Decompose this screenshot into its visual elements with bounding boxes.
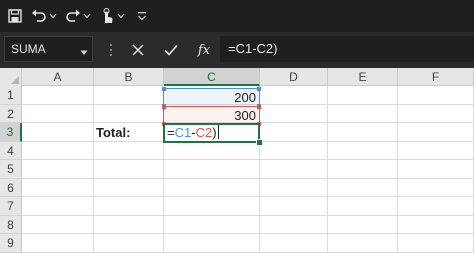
grid-cell-d6[interactable] xyxy=(260,179,328,197)
row-header-8[interactable]: 8 xyxy=(0,216,22,234)
grid-cell-a9[interactable] xyxy=(22,234,94,253)
grid-cell-e5[interactable] xyxy=(328,160,398,179)
grid-cell-f4[interactable] xyxy=(398,142,474,160)
grid-cell-e6[interactable] xyxy=(328,179,398,197)
column-header-a[interactable]: A xyxy=(22,68,94,86)
grid-cell-d8[interactable] xyxy=(260,216,328,234)
row-header-6[interactable]: 6 xyxy=(0,179,22,197)
grid-cell-a7[interactable] xyxy=(22,197,94,216)
redo-dropdown-icon[interactable] xyxy=(82,6,92,26)
grid-cell-e1[interactable] xyxy=(328,86,398,105)
name-box-dropdown-icon[interactable] xyxy=(80,43,88,61)
grid-cell-d1[interactable] xyxy=(260,86,328,105)
cell-c2[interactable]: 300 xyxy=(164,107,259,124)
row-header-5[interactable]: 5 xyxy=(0,160,22,179)
active-cell-c3[interactable]: =C1-C2) xyxy=(163,123,260,143)
grid-cell-b2[interactable] xyxy=(94,105,164,123)
touch-dropdown-icon[interactable] xyxy=(116,6,126,26)
column-header-e[interactable]: E xyxy=(328,68,398,86)
cell-c1[interactable]: 200 xyxy=(164,89,259,106)
grid-cell-b9[interactable] xyxy=(94,234,164,253)
grid-cell-c4[interactable] xyxy=(164,142,260,160)
grid-cell-c7[interactable] xyxy=(164,197,260,216)
check-icon[interactable] xyxy=(162,41,180,59)
grid-cell-f2[interactable] xyxy=(398,105,474,123)
grid-cell-d7[interactable] xyxy=(260,197,328,216)
grid-cell-f7[interactable] xyxy=(398,197,474,216)
grid-cell-a1[interactable] xyxy=(22,86,94,105)
text-caret xyxy=(217,125,219,139)
grid-cell-e8[interactable] xyxy=(328,216,398,234)
formula-bar: SUMA fx =C1-C2) xyxy=(0,32,474,68)
grid-cell-f5[interactable] xyxy=(398,160,474,179)
touch-mode-icon[interactable] xyxy=(98,6,116,26)
cell-b3[interactable]: Total: xyxy=(94,123,164,142)
grid-cell-f3[interactable] xyxy=(398,123,474,142)
grid-cell-f9[interactable] xyxy=(398,234,474,253)
column-header-c[interactable]: C xyxy=(164,68,260,86)
grid-cell-b5[interactable] xyxy=(94,160,164,179)
grid-cell-a3[interactable] xyxy=(22,123,94,142)
edit-prefix: = xyxy=(167,125,175,140)
grid-cell-e2[interactable] xyxy=(328,105,398,123)
grid-cell-f6[interactable] xyxy=(398,179,474,197)
grid-cell-b4[interactable] xyxy=(94,142,164,160)
grid-cell-c5[interactable] xyxy=(164,160,260,179)
formula-bar-resize-handle[interactable] xyxy=(109,42,113,58)
edit-ref-c1: C1 xyxy=(174,125,192,140)
reference-range-c1: 200 xyxy=(162,87,261,108)
row-header-2[interactable]: 2 xyxy=(0,105,22,123)
column-header-f[interactable]: F xyxy=(398,68,474,86)
column-header-b[interactable]: B xyxy=(94,68,164,86)
insert-function-button[interactable]: fx xyxy=(194,41,214,59)
row-header-3[interactable]: 3 xyxy=(0,123,22,142)
edit-suffix: ) xyxy=(212,125,217,140)
fx-label: fx xyxy=(197,42,211,58)
grid-cell-b1[interactable] xyxy=(94,86,164,105)
grid-cell-b8[interactable] xyxy=(94,216,164,234)
grid-cell-e4[interactable] xyxy=(328,142,398,160)
cancel-icon[interactable] xyxy=(129,41,147,59)
name-box-value: SUMA xyxy=(11,42,46,56)
redo-icon[interactable] xyxy=(64,6,82,26)
undo-dropdown-icon[interactable] xyxy=(48,6,58,26)
formula-text: =C1-C2) xyxy=(228,41,278,56)
grid-cell-e7[interactable] xyxy=(328,197,398,216)
grid-cell-d3[interactable] xyxy=(260,123,328,142)
column-header-d[interactable]: D xyxy=(260,68,328,86)
grid-cell-a4[interactable] xyxy=(22,142,94,160)
grid-cell-a5[interactable] xyxy=(22,160,94,179)
grid-cell-b7[interactable] xyxy=(94,197,164,216)
undo-icon[interactable] xyxy=(30,6,48,26)
grid-cell-c6[interactable] xyxy=(164,179,260,197)
grid-cell-e9[interactable] xyxy=(328,234,398,253)
grid-cell-d5[interactable] xyxy=(260,160,328,179)
grid-cell-f1[interactable] xyxy=(398,86,474,105)
row-header-1[interactable]: 1 xyxy=(0,86,22,105)
grid-cell-a2[interactable] xyxy=(22,105,94,123)
edit-ref-c2: C2 xyxy=(195,125,213,140)
select-all-button[interactable] xyxy=(0,68,22,86)
row-header-9[interactable]: 9 xyxy=(0,234,22,253)
grid-cell-d2[interactable] xyxy=(260,105,328,123)
grid-cell-a6[interactable] xyxy=(22,179,94,197)
row-header-4[interactable]: 4 xyxy=(0,142,22,160)
grid-cell-d9[interactable] xyxy=(260,234,328,253)
grid-cell-e3[interactable] xyxy=(328,123,398,142)
row-header-7[interactable]: 7 xyxy=(0,197,22,216)
grid-cell-d4[interactable] xyxy=(260,142,328,160)
save-icon[interactable] xyxy=(4,6,26,26)
fill-handle[interactable] xyxy=(256,139,263,146)
grid-cell-a8[interactable] xyxy=(22,216,94,234)
grid-cell-f8[interactable] xyxy=(398,216,474,234)
quick-access-toolbar xyxy=(0,0,474,32)
grid-cell-c8[interactable] xyxy=(164,216,260,234)
customize-qat-icon[interactable] xyxy=(136,6,148,26)
grid-cell-b6[interactable] xyxy=(94,179,164,197)
grid-cell-c9[interactable] xyxy=(164,234,260,253)
formula-input[interactable]: =C1-C2) xyxy=(220,36,474,62)
